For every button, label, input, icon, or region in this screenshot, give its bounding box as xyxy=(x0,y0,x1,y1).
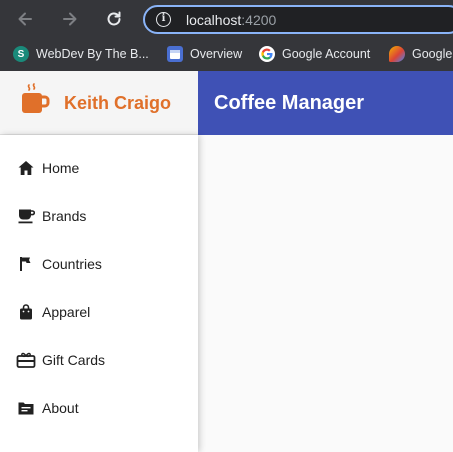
bookmark-label: Overview xyxy=(190,47,243,61)
address-bar[interactable]: i localhost:4200 xyxy=(143,5,453,34)
google-g-icon xyxy=(259,46,275,62)
nav-label: About xyxy=(42,400,79,416)
page-title: Coffee Manager xyxy=(214,92,365,114)
url-host: localhost xyxy=(186,12,242,28)
bookmark-google-account[interactable]: Google Account xyxy=(259,44,370,64)
sidenav: Home Brands Countries Apparel Gift Cards xyxy=(0,135,198,452)
nav-label: Countries xyxy=(42,256,102,272)
url-text: localhost:4200 xyxy=(186,12,276,28)
browser-chrome: i localhost:4200 S WebDev By The B... Ov… xyxy=(0,0,453,71)
nav-label: Apparel xyxy=(42,304,91,320)
bookmark-webdev[interactable]: S WebDev By The B... xyxy=(13,44,149,64)
calendar-icon xyxy=(167,46,183,62)
nav-label: Gift Cards xyxy=(42,352,106,368)
reload-icon xyxy=(107,11,121,26)
bookmark-label: Google xyxy=(412,47,453,61)
gift-card-icon xyxy=(16,350,36,370)
home-icon xyxy=(16,158,36,178)
app-root: Keith Craigo Coffee Manager Home Brands … xyxy=(0,71,453,452)
bookmark-label: Google Account xyxy=(282,47,371,61)
back-button[interactable] xyxy=(12,6,38,32)
app-toolbar: Coffee Manager xyxy=(198,71,453,135)
google-favicon-icon xyxy=(389,46,405,62)
browser-toolbar: i localhost:4200 xyxy=(0,0,453,38)
folder-icon xyxy=(16,398,36,418)
s-favicon-icon: S xyxy=(13,46,29,62)
reload-button[interactable] xyxy=(101,6,127,32)
url-port: :4200 xyxy=(241,12,277,28)
nav-item-home[interactable]: Home xyxy=(0,144,198,192)
nav-item-brands[interactable]: Brands xyxy=(0,192,198,240)
bookmark-google[interactable]: Google xyxy=(389,44,452,64)
nav-label: Brands xyxy=(42,208,87,224)
arrow-right-icon xyxy=(63,12,77,26)
sidebar-header: Keith Craigo xyxy=(0,71,198,135)
main-content xyxy=(198,135,453,452)
bookmark-label: WebDev By The B... xyxy=(36,47,149,61)
flag-icon xyxy=(16,254,36,274)
nav-item-about[interactable]: About xyxy=(0,384,198,432)
nav-item-countries[interactable]: Countries xyxy=(0,240,198,288)
arrow-left-icon xyxy=(18,12,32,26)
coffee-mug-logo-icon xyxy=(22,83,50,113)
bookmarks-bar: S WebDev By The B... Overview Google Acc… xyxy=(0,38,453,71)
nav-item-gift-cards[interactable]: Gift Cards xyxy=(0,336,198,384)
shopping-bag-icon xyxy=(16,302,36,322)
info-icon[interactable]: i xyxy=(156,12,171,27)
bookmark-overview[interactable]: Overview xyxy=(167,44,242,64)
forward-button[interactable] xyxy=(57,6,83,32)
coffee-cup-icon xyxy=(16,206,36,226)
nav-label: Home xyxy=(42,160,80,176)
nav-item-apparel[interactable]: Apparel xyxy=(0,288,198,336)
brand-name[interactable]: Keith Craigo xyxy=(64,93,171,114)
